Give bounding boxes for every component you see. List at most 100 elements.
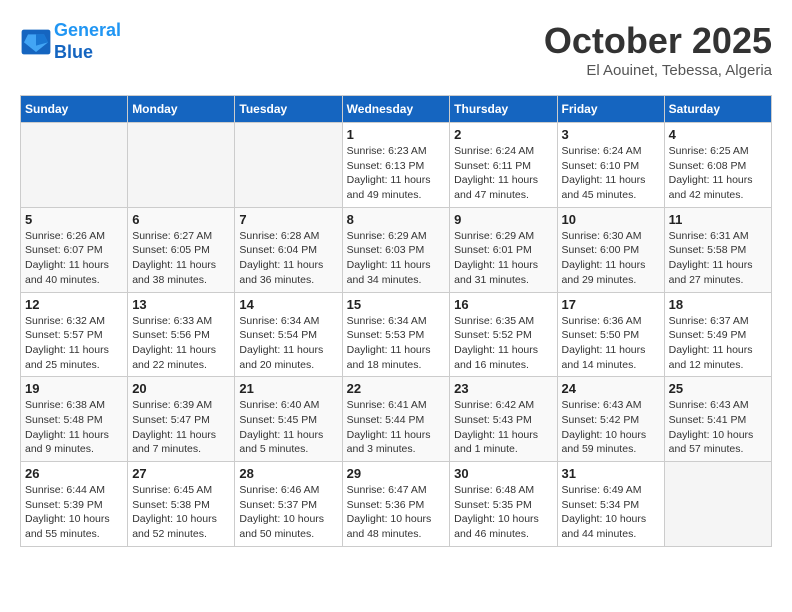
day-info: Sunrise: 6:38 AM Sunset: 5:48 PM Dayligh… (25, 398, 123, 457)
day-info: Sunrise: 6:47 AM Sunset: 5:36 PM Dayligh… (347, 483, 446, 542)
calendar-header-row: SundayMondayTuesdayWednesdayThursdayFrid… (21, 96, 772, 123)
day-number: 11 (669, 212, 767, 227)
calendar-day: 2 Sunrise: 6:24 AM Sunset: 6:11 PM Daylig… (450, 123, 557, 208)
day-number: 9 (454, 212, 552, 227)
logo-line2: Blue (54, 42, 93, 62)
calendar-day: 22 Sunrise: 6:41 AM Sunset: 5:44 PM Dayli… (342, 377, 450, 462)
calendar-day (21, 123, 128, 208)
calendar-week-4: 19 Sunrise: 6:38 AM Sunset: 5:48 PM Dayli… (21, 377, 772, 462)
calendar-table: SundayMondayTuesdayWednesdayThursdayFrid… (20, 95, 772, 547)
calendar-day: 8 Sunrise: 6:29 AM Sunset: 6:03 PM Daylig… (342, 207, 450, 292)
day-number: 22 (347, 381, 446, 396)
day-number: 24 (562, 381, 660, 396)
day-info: Sunrise: 6:35 AM Sunset: 5:52 PM Dayligh… (454, 314, 552, 373)
day-info: Sunrise: 6:49 AM Sunset: 5:34 PM Dayligh… (562, 483, 660, 542)
location: El Aouinet, Tebessa, Algeria (544, 62, 772, 79)
calendar-day: 19 Sunrise: 6:38 AM Sunset: 5:48 PM Dayli… (21, 377, 128, 462)
day-number: 16 (454, 297, 552, 312)
calendar-day: 6Sunrise: 6:27 AM Sunset: 6:05 PM Daylig… (128, 207, 235, 292)
page-header: General Blue October 2025 El Aouinet, Te… (20, 20, 772, 79)
day-number: 19 (25, 381, 123, 396)
day-info: Sunrise: 6:41 AM Sunset: 5:44 PM Dayligh… (347, 398, 446, 457)
calendar-week-1: 1 Sunrise: 6:23 AM Sunset: 6:13 PM Daylig… (21, 123, 772, 208)
day-number: 17 (562, 297, 660, 312)
calendar-day: 23 Sunrise: 6:42 AM Sunset: 5:43 PM Dayli… (450, 377, 557, 462)
calendar-day (128, 123, 235, 208)
day-info: Sunrise: 6:39 AM Sunset: 5:47 PM Dayligh… (132, 398, 230, 457)
day-number: 26 (25, 466, 123, 481)
day-info: Sunrise: 6:34 AM Sunset: 5:53 PM Dayligh… (347, 314, 446, 373)
day-info: Sunrise: 6:46 AM Sunset: 5:37 PM Dayligh… (239, 483, 337, 542)
day-number: 31 (562, 466, 660, 481)
logo-text: General Blue (54, 20, 121, 63)
day-number: 5 (25, 212, 123, 227)
calendar-day: 20 Sunrise: 6:39 AM Sunset: 5:47 PM Dayli… (128, 377, 235, 462)
calendar-day: 27 Sunrise: 6:45 AM Sunset: 5:38 PM Dayli… (128, 462, 235, 547)
calendar-day: 29Sunrise: 6:47 AM Sunset: 5:36 PM Dayli… (342, 462, 450, 547)
col-header-saturday: Saturday (664, 96, 771, 123)
day-number: 27 (132, 466, 230, 481)
calendar-day: 13Sunrise: 6:33 AM Sunset: 5:56 PM Dayli… (128, 292, 235, 377)
day-number: 30 (454, 466, 552, 481)
day-info: Sunrise: 6:23 AM Sunset: 6:13 PM Dayligh… (347, 144, 446, 203)
day-info: Sunrise: 6:44 AM Sunset: 5:39 PM Dayligh… (25, 483, 123, 542)
day-info: Sunrise: 6:29 AM Sunset: 6:01 PM Dayligh… (454, 229, 552, 288)
day-info: Sunrise: 6:30 AM Sunset: 6:00 PM Dayligh… (562, 229, 660, 288)
calendar-day: 4Sunrise: 6:25 AM Sunset: 6:08 PM Daylig… (664, 123, 771, 208)
day-info: Sunrise: 6:43 AM Sunset: 5:41 PM Dayligh… (669, 398, 767, 457)
calendar-day: 7Sunrise: 6:28 AM Sunset: 6:04 PM Daylig… (235, 207, 342, 292)
calendar-day: 18Sunrise: 6:37 AM Sunset: 5:49 PM Dayli… (664, 292, 771, 377)
day-number: 28 (239, 466, 337, 481)
day-info: Sunrise: 6:27 AM Sunset: 6:05 PM Dayligh… (132, 229, 230, 288)
calendar-day: 24 Sunrise: 6:43 AM Sunset: 5:42 PM Dayli… (557, 377, 664, 462)
calendar-week-5: 26 Sunrise: 6:44 AM Sunset: 5:39 PM Dayli… (21, 462, 772, 547)
month-title: October 2025 (544, 20, 772, 62)
calendar-day: 14 Sunrise: 6:34 AM Sunset: 5:54 PM Dayli… (235, 292, 342, 377)
day-info: Sunrise: 6:45 AM Sunset: 5:38 PM Dayligh… (132, 483, 230, 542)
logo-line1: General (54, 20, 121, 40)
calendar-day: 11 Sunrise: 6:31 AM Sunset: 5:58 PM Dayli… (664, 207, 771, 292)
day-info: Sunrise: 6:31 AM Sunset: 5:58 PM Dayligh… (669, 229, 767, 288)
calendar-day: 10Sunrise: 6:30 AM Sunset: 6:00 PM Dayli… (557, 207, 664, 292)
day-number: 12 (25, 297, 123, 312)
calendar-day: 15 Sunrise: 6:34 AM Sunset: 5:53 PM Dayli… (342, 292, 450, 377)
day-number: 25 (669, 381, 767, 396)
day-number: 14 (239, 297, 337, 312)
day-number: 8 (347, 212, 446, 227)
calendar-day: 16 Sunrise: 6:35 AM Sunset: 5:52 PM Dayli… (450, 292, 557, 377)
day-info: Sunrise: 6:34 AM Sunset: 5:54 PM Dayligh… (239, 314, 337, 373)
calendar-day: 31 Sunrise: 6:49 AM Sunset: 5:34 PM Dayli… (557, 462, 664, 547)
calendar-day: 26 Sunrise: 6:44 AM Sunset: 5:39 PM Dayli… (21, 462, 128, 547)
day-info: Sunrise: 6:24 AM Sunset: 6:11 PM Dayligh… (454, 144, 552, 203)
calendar-day: 1 Sunrise: 6:23 AM Sunset: 6:13 PM Daylig… (342, 123, 450, 208)
calendar-day: 12 Sunrise: 6:32 AM Sunset: 5:57 PM Dayli… (21, 292, 128, 377)
title-block: October 2025 El Aouinet, Tebessa, Algeri… (544, 20, 772, 79)
day-info: Sunrise: 6:40 AM Sunset: 5:45 PM Dayligh… (239, 398, 337, 457)
day-info: Sunrise: 6:36 AM Sunset: 5:50 PM Dayligh… (562, 314, 660, 373)
logo-icon (20, 28, 52, 56)
logo: General Blue (20, 20, 121, 63)
day-info: Sunrise: 6:42 AM Sunset: 5:43 PM Dayligh… (454, 398, 552, 457)
day-number: 20 (132, 381, 230, 396)
day-info: Sunrise: 6:28 AM Sunset: 6:04 PM Dayligh… (239, 229, 337, 288)
day-number: 15 (347, 297, 446, 312)
day-number: 21 (239, 381, 337, 396)
day-info: Sunrise: 6:43 AM Sunset: 5:42 PM Dayligh… (562, 398, 660, 457)
calendar-week-2: 5Sunrise: 6:26 AM Sunset: 6:07 PM Daylig… (21, 207, 772, 292)
calendar-week-3: 12 Sunrise: 6:32 AM Sunset: 5:57 PM Dayli… (21, 292, 772, 377)
day-number: 4 (669, 127, 767, 142)
calendar-day (235, 123, 342, 208)
day-number: 23 (454, 381, 552, 396)
col-header-wednesday: Wednesday (342, 96, 450, 123)
col-header-monday: Monday (128, 96, 235, 123)
col-header-friday: Friday (557, 96, 664, 123)
calendar-day: 3Sunrise: 6:24 AM Sunset: 6:10 PM Daylig… (557, 123, 664, 208)
day-number: 1 (347, 127, 446, 142)
col-header-sunday: Sunday (21, 96, 128, 123)
day-number: 3 (562, 127, 660, 142)
day-info: Sunrise: 6:32 AM Sunset: 5:57 PM Dayligh… (25, 314, 123, 373)
calendar-day: 9 Sunrise: 6:29 AM Sunset: 6:01 PM Daylig… (450, 207, 557, 292)
day-info: Sunrise: 6:37 AM Sunset: 5:49 PM Dayligh… (669, 314, 767, 373)
day-info: Sunrise: 6:29 AM Sunset: 6:03 PM Dayligh… (347, 229, 446, 288)
day-number: 2 (454, 127, 552, 142)
